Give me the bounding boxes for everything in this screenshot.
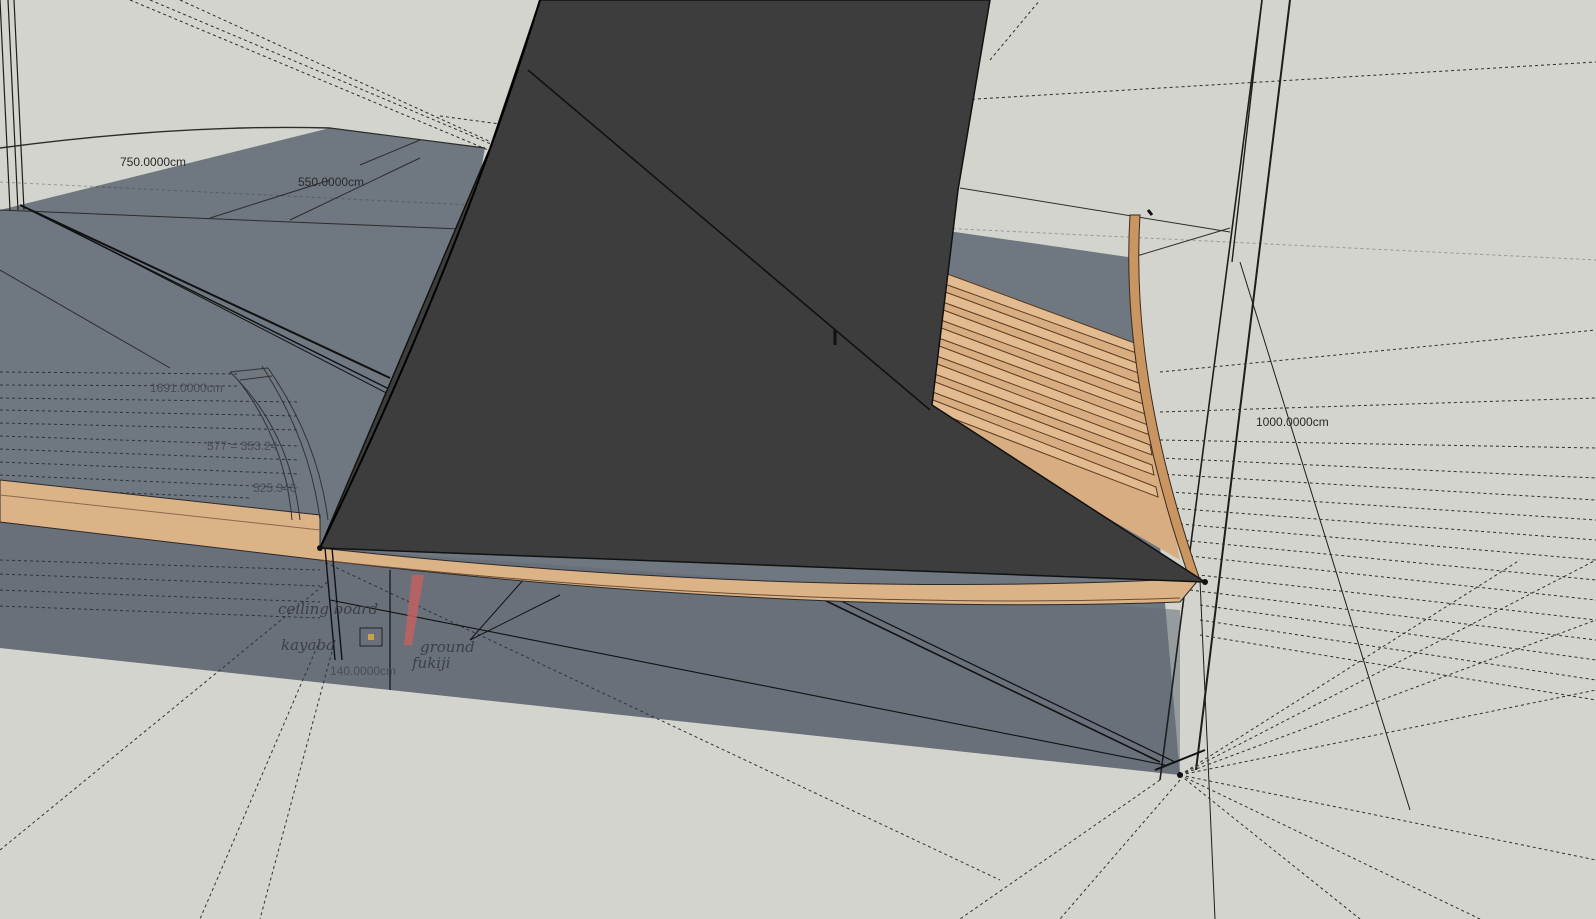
vertex-marker[interactable] [317, 545, 323, 551]
annotation-kayaba: kayaba [281, 636, 335, 654]
dimension-1691[interactable]: 1691.0000cm [150, 381, 223, 395]
dimension-750[interactable]: 750.0000cm [120, 155, 186, 169]
model-canvas[interactable]: 750.0000cm 550.0000cm 1000.0000cm 1691.0… [0, 0, 1596, 919]
annotation-ground: ground [420, 638, 475, 656]
annotation-fukiji: fukiji [411, 654, 451, 672]
vertex-marker[interactable] [1177, 772, 1183, 778]
dimension-577[interactable]: 577 = 353.24 [207, 439, 278, 453]
annotation-ceiling-board: ceiling board [278, 600, 378, 618]
dimension-525[interactable]: 525.346 [253, 481, 297, 495]
vertex-marker[interactable] [1202, 579, 1208, 585]
dimension-550[interactable]: 550.0000cm [298, 175, 364, 189]
sketchup-viewport[interactable]: 750.0000cm 550.0000cm 1000.0000cm 1691.0… [0, 0, 1596, 919]
dimension-1000[interactable]: 1000.0000cm [1256, 415, 1329, 429]
dimension-140[interactable]: 140.0000cm [330, 664, 396, 678]
